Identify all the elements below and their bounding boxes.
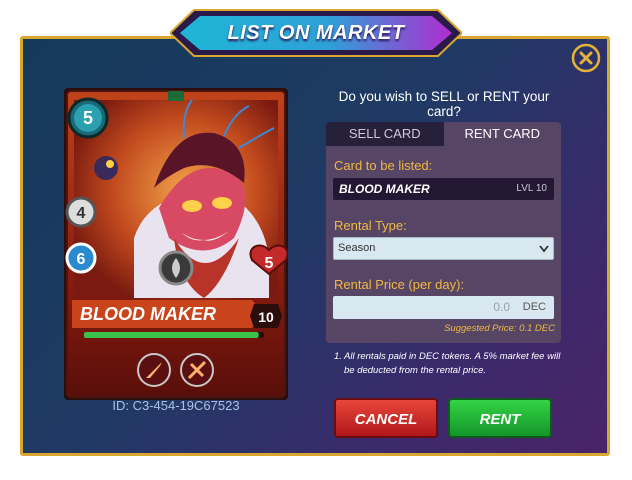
attack-value: 4: [77, 205, 86, 222]
fire-element-icon: [158, 250, 194, 286]
tab-rent-card[interactable]: RENT CARD: [443, 122, 561, 146]
monster-card: 5 4 6 5 BLOOD MAKER 10: [64, 88, 288, 400]
rental-type-value: Season: [338, 242, 376, 254]
tab-bar: SELL CARD RENT CARD: [326, 122, 561, 146]
mana-value: 5: [83, 108, 93, 128]
listed-card-level: LVL 10: [516, 183, 547, 194]
card-listed-field: BLOOD MAKER LVL 10: [333, 178, 554, 200]
cancel-button[interactable]: CANCEL: [334, 398, 438, 438]
rent-button[interactable]: RENT: [448, 398, 552, 438]
suggested-price: Suggested Price: 0.1 DEC: [444, 323, 555, 334]
ability-dagger-icon[interactable]: [137, 353, 171, 387]
health-value: 5: [265, 255, 274, 272]
close-icon[interactable]: [571, 43, 601, 73]
rental-price-input[interactable]: 0.0 DEC: [333, 296, 554, 319]
rental-price-label: Rental Price (per day):: [334, 277, 465, 292]
rental-type-label: Rental Type:: [334, 218, 407, 233]
sell-or-rent-question: Do you wish to SELL or RENT your card?: [338, 89, 550, 119]
card-listed-label: Card to be listed:: [334, 158, 433, 173]
rental-type-select[interactable]: Season: [333, 237, 554, 260]
xp-bar-fill: [84, 332, 259, 338]
title-banner: LIST ON MARKET: [170, 8, 462, 58]
listed-card-name: BLOOD MAKER: [339, 182, 430, 196]
ability-sword-icon[interactable]: [180, 353, 214, 387]
speed-value: 6: [77, 251, 86, 268]
gladiator-badge: [168, 91, 184, 101]
rental-price-value: 0.0: [493, 300, 510, 314]
page-title: LIST ON MARKET: [227, 22, 405, 44]
card-level: 10: [258, 309, 274, 325]
rent-form: Card to be listed: BLOOD MAKER LVL 10 Re…: [326, 146, 561, 343]
card-id: ID: C3-454-19C67523: [112, 398, 240, 413]
fee-note-number: 1.: [334, 351, 342, 362]
price-unit-label: DEC: [522, 301, 546, 313]
fee-note: 1. All rentals paid in DEC tokens. A 5% …: [334, 350, 564, 378]
chevron-down-icon: [539, 245, 549, 253]
tab-sell-card[interactable]: SELL CARD: [326, 122, 444, 146]
fee-note-text: All rentals paid in DEC tokens. A 5% mar…: [344, 351, 561, 376]
card-name: BLOOD MAKER: [80, 304, 216, 324]
